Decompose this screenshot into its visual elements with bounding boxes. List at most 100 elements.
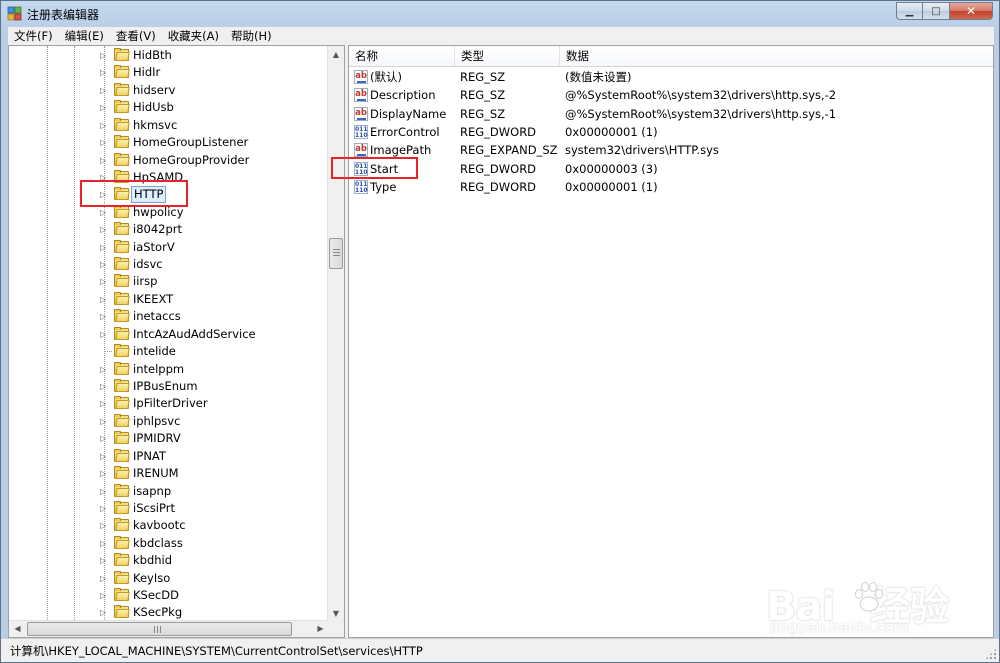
expand-arrow-icon[interactable]: ▷ [100, 382, 108, 391]
scroll-up-arrow-icon[interactable]: ▲ [328, 46, 344, 63]
menu-edit[interactable]: 编辑(E) [59, 27, 110, 45]
menu-help[interactable]: 帮助(H) [225, 27, 278, 45]
expand-arrow-icon[interactable]: ▷ [100, 504, 108, 513]
tree-item[interactable]: ▷ IPNAT [9, 448, 329, 465]
close-button[interactable]: ✕ [949, 2, 993, 20]
expand-arrow-icon[interactable]: ▷ [100, 312, 108, 321]
registry-values-list[interactable]: 名称 类型 数据 ab (默认) REG_SZ (数值未设置) ab Descriptio… [348, 45, 994, 638]
registry-key-tree[interactable]: ▷ HidBth ▷ HidIr ▷ hidserv ▷ HidUsb ▷ hkmsvc ▷ Home… [8, 45, 345, 638]
tree-item[interactable]: ▷ i8042prt [9, 221, 329, 238]
expand-arrow-icon[interactable]: ▷ [100, 608, 108, 617]
tree-item[interactable]: ▷ kbdhid [9, 552, 329, 569]
tree-item[interactable]: ▷ KeyIso [9, 570, 329, 587]
tree-item-label: HidBth [133, 48, 172, 62]
value-row[interactable]: ab ImagePath REG_EXPAND_SZ system32\drivers… [349, 141, 993, 159]
value-row[interactable]: 011 110 Type REG_DWORD 0x00000001 (1) [349, 178, 993, 196]
tree-item[interactable]: ▷ HomeGroupListener [9, 134, 329, 151]
tree-item[interactable]: ▷ isapnp [9, 483, 329, 500]
tree-item[interactable]: ▷ hidserv [9, 82, 329, 99]
tree-item[interactable]: ▷ intelppm [9, 361, 329, 378]
expand-arrow-icon[interactable]: ▷ [100, 417, 108, 426]
minimize-button[interactable]: ▁ [896, 2, 922, 20]
tree-item[interactable]: ▷ inetaccs [9, 308, 329, 325]
tree-vertical-scrollbar[interactable]: ▲ ▼ [327, 46, 344, 622]
column-header-data[interactable]: 数据 [560, 46, 993, 66]
expand-arrow-icon[interactable]: ▷ [100, 103, 108, 112]
tree-item[interactable]: ▷ iphlpsvc [9, 413, 329, 430]
tree-item[interactable]: ▷ kbdclass [9, 535, 329, 552]
tree-item[interactable]: ▷ HidBth [9, 47, 329, 64]
expand-arrow-icon[interactable]: ▷ [100, 121, 108, 130]
tree-item[interactable]: intelide [9, 343, 329, 360]
column-header-type[interactable]: 类型 [455, 46, 560, 66]
expand-arrow-icon[interactable]: ▷ [100, 434, 108, 443]
tree-item-label: KSecPkg [133, 605, 183, 620]
tree-item[interactable]: ▷ iaStorV [9, 239, 329, 256]
value-row[interactable]: 011 110 ErrorControl REG_DWORD 0x00000001 (1… [349, 123, 993, 141]
expand-arrow-icon[interactable]: ▷ [100, 68, 108, 77]
scroll-corner [327, 620, 344, 637]
expand-arrow-icon[interactable]: ▷ [100, 330, 108, 339]
tree-horizontal-scrollbar[interactable]: ◀ ▶ [9, 620, 329, 637]
expand-arrow-icon[interactable]: ▷ [100, 156, 108, 165]
tree-item[interactable]: ▷ KSecDD [9, 587, 329, 604]
menu-view[interactable]: 查看(V) [110, 27, 162, 45]
tree-item[interactable]: ▷ IntcAzAudAddService [9, 326, 329, 343]
expand-arrow-icon[interactable]: ▷ [100, 539, 108, 548]
expand-arrow-icon[interactable]: ▷ [100, 260, 108, 269]
value-data: 0x00000001 (1) [565, 179, 658, 194]
expand-arrow-icon[interactable]: ▷ [100, 208, 108, 217]
tree-item-label: isapnp [133, 483, 172, 498]
value-row[interactable]: ab Description REG_SZ @%SystemRoot%\system3… [349, 86, 993, 104]
tree-item[interactable]: ▷ iirsp [9, 273, 329, 290]
folder-icon [113, 152, 130, 167]
expand-arrow-icon[interactable]: ▷ [100, 277, 108, 286]
expand-arrow-icon[interactable]: ▷ [100, 487, 108, 496]
scroll-left-arrow-icon[interactable]: ◀ [9, 621, 26, 637]
tree-item[interactable]: ▷ hkmsvc [9, 117, 329, 134]
expand-arrow-icon[interactable]: ▷ [100, 225, 108, 234]
expand-arrow-icon[interactable]: ▷ [100, 243, 108, 252]
value-name: DisplayName [370, 106, 447, 121]
tree-item[interactable]: ▷ HomeGroupProvider [9, 152, 329, 169]
folder-icon [113, 326, 130, 341]
title-bar[interactable]: 注册表编辑器 ▁ □ ✕ [1, 1, 999, 27]
expand-arrow-icon[interactable]: ▷ [100, 556, 108, 565]
tree-item[interactable]: ▷ iScsiPrt [9, 500, 329, 517]
expand-arrow-icon[interactable]: ▷ [100, 399, 108, 408]
folder-icon [113, 48, 130, 62]
expand-arrow-icon[interactable]: ▷ [100, 365, 108, 374]
tree-item[interactable]: ▷ idsvc [9, 256, 329, 273]
folder-icon [113, 431, 130, 445]
expand-arrow-icon[interactable]: ▷ [100, 452, 108, 461]
value-data: @%SystemRoot%\system32\drivers\http.sys,… [565, 106, 837, 121]
tree-item[interactable]: ▷ IPBusEnum [9, 378, 329, 395]
expand-arrow-icon[interactable]: ▷ [100, 295, 108, 304]
tree-item[interactable]: ▷ IKEEXT [9, 291, 329, 308]
grip-icon [333, 249, 340, 258]
maximize-button[interactable]: □ [922, 2, 949, 20]
scrollbar-thumb[interactable] [27, 622, 292, 636]
tree-item[interactable]: ▷ HidUsb [9, 99, 329, 116]
column-header-name[interactable]: 名称 [349, 46, 455, 66]
tree-item[interactable]: ▷ IPMIDRV [9, 430, 329, 447]
expand-arrow-icon[interactable]: ▷ [100, 469, 108, 478]
tree-item[interactable]: ▷ HidIr [9, 64, 329, 81]
expand-arrow-icon[interactable]: ▷ [100, 86, 108, 95]
expand-arrow-icon[interactable]: ▷ [100, 574, 108, 583]
tree-item[interactable]: ▷ IRENUM [9, 465, 329, 482]
value-row[interactable]: ab (默认) REG_SZ (数值未设置) [349, 68, 993, 86]
resize-grip-icon[interactable] [985, 648, 997, 660]
expand-arrow-icon[interactable]: ▷ [100, 51, 108, 60]
menu-file[interactable]: 文件(F) [8, 27, 59, 45]
tree-item[interactable]: ▷ IpFilterDriver [9, 395, 329, 412]
scrollbar-thumb[interactable] [329, 238, 343, 269]
value-row[interactable]: ab DisplayName REG_SZ @%SystemRoot%\system3… [349, 105, 993, 123]
folder-icon [113, 570, 130, 585]
menu-favorites[interactable]: 收藏夹(A) [162, 27, 225, 45]
expand-arrow-icon[interactable]: ▷ [100, 138, 108, 147]
expand-arrow-icon[interactable]: ▷ [100, 591, 108, 600]
value-row[interactable]: 011 110 Start REG_DWORD 0x00000003 (3) [349, 160, 993, 178]
tree-item[interactable]: ▷ kavbootc [9, 517, 329, 534]
expand-arrow-icon[interactable]: ▷ [100, 521, 108, 530]
